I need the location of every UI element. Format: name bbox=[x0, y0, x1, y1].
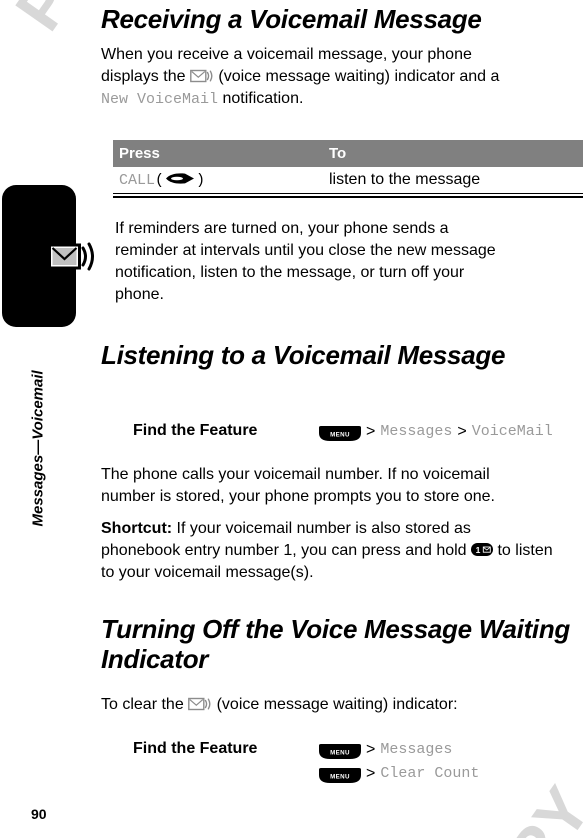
phone-calls-paragraph: The phone calls your voicemail number. I… bbox=[101, 466, 495, 505]
find-the-feature-path: MENU > Messages MENU > Clear Count bbox=[319, 738, 583, 786]
table-bottom-rule bbox=[113, 196, 583, 198]
number-one-key-icon: 1 bbox=[471, 541, 494, 556]
svg-text:MENU: MENU bbox=[330, 749, 350, 756]
path-separator: > bbox=[366, 741, 376, 758]
intro-text-part3: notification. bbox=[218, 90, 304, 107]
softkey-call-icon bbox=[164, 172, 196, 185]
section-heading-turning-off: Turning Off the Voice Message Waiting In… bbox=[101, 614, 571, 674]
menu-path-line: MENU > Messages bbox=[319, 738, 583, 762]
find-the-feature-label: Find the Feature bbox=[133, 740, 258, 757]
menu-path-messages: Messages bbox=[380, 741, 453, 758]
envelope-sound-waves-icon bbox=[188, 697, 212, 712]
menu-key-icon: MENU bbox=[319, 743, 361, 759]
envelope-sound-waves-icon bbox=[48, 238, 100, 282]
menu-path-line: MENU > Clear Count bbox=[319, 762, 583, 786]
menu-path-line: MENU > Messages > VoiceMail bbox=[319, 420, 583, 444]
press-paren-open: ( bbox=[155, 172, 165, 189]
table-header-to: To bbox=[323, 140, 583, 167]
to-clear-paragraph: To clear the (voice message waiting) ind… bbox=[101, 694, 541, 716]
menu-path-voicemail: VoiceMail bbox=[471, 423, 553, 440]
reminders-note: If reminders are turned on, your phone s… bbox=[115, 220, 496, 303]
manual-page: PRELIMINARY PRELIMINARY Messages—Voicema… bbox=[0, 0, 583, 838]
path-separator: > bbox=[366, 423, 376, 440]
svg-text:MENU: MENU bbox=[330, 773, 350, 780]
svg-text:1: 1 bbox=[476, 545, 481, 555]
table-header-press: Press bbox=[113, 140, 323, 167]
content-column: Receiving a Voicemail Message When you r… bbox=[101, 0, 583, 838]
intro-paragraph: When you receive a voicemail message, yo… bbox=[101, 44, 513, 111]
table-row: CALL() listen to the message bbox=[113, 167, 583, 194]
table-header-row: Press To bbox=[113, 140, 583, 167]
table-cell-press: CALL() bbox=[113, 167, 323, 194]
press-table: Press To CALL() listen to the message bbox=[113, 140, 583, 194]
intro-text-part2: (voice message waiting) indicator and a bbox=[213, 68, 500, 85]
envelope-sound-waves-icon bbox=[190, 69, 214, 84]
sidebar: Messages—Voicemail 90 bbox=[0, 0, 101, 838]
menu-path-clear-count: Clear Count bbox=[380, 765, 480, 782]
section-heading-listening: Listening to a Voicemail Message bbox=[101, 340, 506, 370]
svg-text:MENU: MENU bbox=[330, 431, 350, 438]
press-paren-close: ) bbox=[196, 172, 206, 189]
section-heading-receiving: Receiving a Voicemail Message bbox=[101, 4, 482, 34]
menu-key-icon: MENU bbox=[319, 425, 361, 441]
press-key-label: CALL bbox=[119, 172, 156, 189]
menu-key-icon: MENU bbox=[319, 767, 361, 783]
table-cell-to: listen to the message bbox=[323, 167, 583, 194]
chapter-label: Messages—Voicemail bbox=[29, 370, 47, 527]
shortcut-label: Shortcut: bbox=[101, 520, 173, 537]
find-the-feature-label: Find the Feature bbox=[133, 422, 258, 439]
find-the-feature-listening: Find the Feature MENU > Messages > Voice… bbox=[101, 420, 583, 444]
shortcut-paragraph: Shortcut: If your voicemail number is al… bbox=[101, 518, 553, 584]
intro-code-newvoicemail: New VoiceMail bbox=[101, 91, 219, 108]
to-clear-text-part1: To clear the bbox=[101, 696, 189, 713]
find-the-feature-clear-count: Find the Feature MENU > Messages MENU > … bbox=[101, 738, 583, 786]
to-clear-text-part2: (voice message waiting) indicator: bbox=[212, 696, 458, 713]
find-the-feature-path: MENU > Messages > VoiceMail bbox=[319, 420, 583, 444]
page-number: 90 bbox=[31, 806, 47, 822]
path-separator: > bbox=[366, 765, 376, 782]
path-separator: > bbox=[457, 423, 467, 440]
press-table-wrapper: Press To CALL() listen to the message bbox=[113, 140, 583, 198]
menu-path-messages: Messages bbox=[380, 423, 453, 440]
